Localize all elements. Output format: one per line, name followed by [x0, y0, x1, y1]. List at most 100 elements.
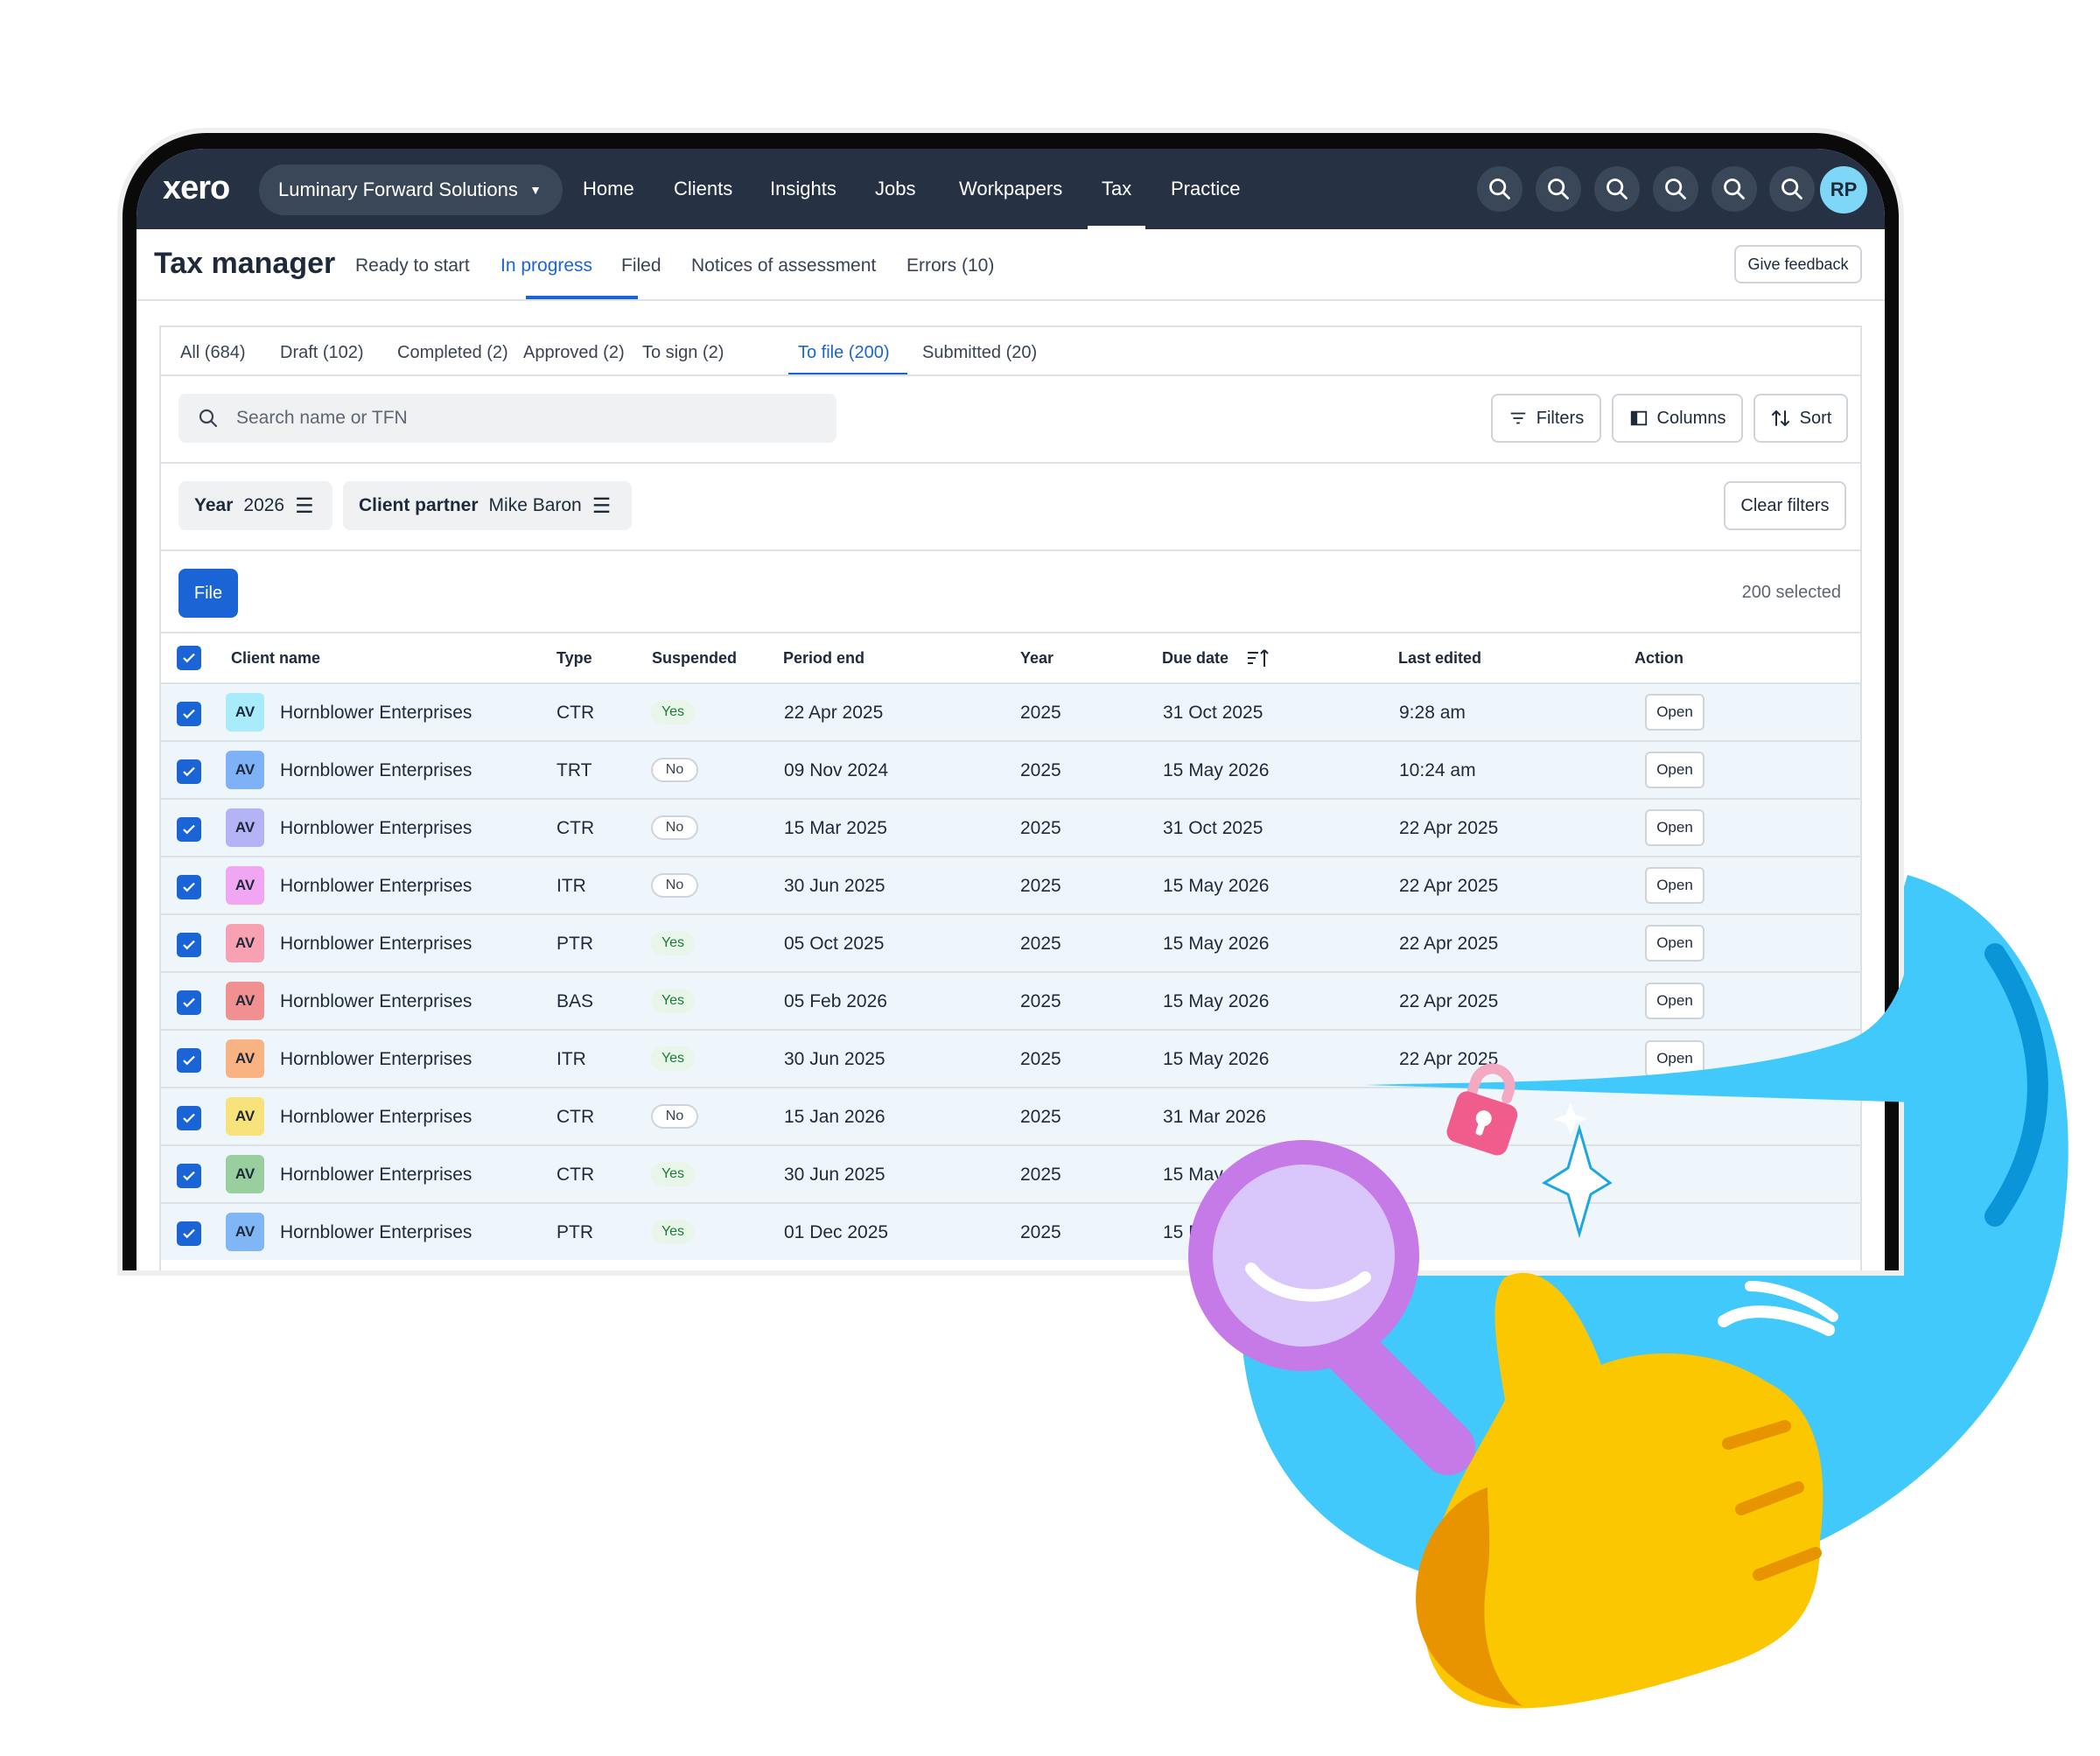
suspended-badge: Yes	[651, 931, 695, 955]
menu-icon: ☰	[295, 493, 314, 518]
columns-button[interactable]: Columns	[1612, 394, 1743, 443]
table-row[interactable]: AV Hornblower Enterprises PTR Yes 05 Oct 202…	[161, 913, 1860, 971]
client-name[interactable]: Hornblower Enterprises	[280, 703, 472, 724]
client-partner-filter-chip[interactable]: Client partner Mike Baron ☰	[343, 481, 632, 530]
nav-workpapers[interactable]: Workpapers	[959, 149, 1062, 229]
row-checkbox[interactable]	[177, 702, 201, 726]
nav-home[interactable]: Home	[583, 149, 634, 229]
row-checkbox[interactable]	[177, 1221, 201, 1246]
user-avatar[interactable]: RP	[1820, 166, 1867, 213]
suspended-badge: Yes	[651, 1220, 695, 1244]
open-button[interactable]: Open	[1645, 694, 1704, 731]
table-row[interactable]: AV Hornblower Enterprises TRT No 09 Nov 2024…	[161, 740, 1860, 798]
period-end: 05 Oct 2025	[784, 934, 885, 954]
status-tab-all[interactable]: All (684)	[180, 343, 245, 363]
client-name[interactable]: Hornblower Enterprises	[280, 1222, 472, 1243]
row-checkbox[interactable]	[177, 1164, 201, 1188]
client-name[interactable]: Hornblower Enterprises	[280, 876, 472, 897]
table-row[interactable]: AV Hornblower Enterprises CTR No 15 Mar 2025…	[161, 798, 1860, 856]
row-checkbox[interactable]	[177, 759, 201, 784]
status-tab-to-file[interactable]: To file (200)	[798, 343, 890, 363]
client-partner-value: Mike Baron	[488, 495, 582, 515]
search-icon[interactable]	[1477, 166, 1522, 212]
table-row[interactable]: AV Hornblower Enterprises CTR No 15 Jan 2026…	[161, 1087, 1860, 1144]
search-icon[interactable]	[1712, 166, 1757, 212]
tab-errors[interactable]: Errors (10)	[906, 255, 994, 276]
client-name[interactable]: Hornblower Enterprises	[280, 760, 472, 781]
year: 2025	[1020, 991, 1061, 1011]
nav-jobs[interactable]: Jobs	[875, 149, 915, 229]
sort-ascending-icon[interactable]	[1246, 647, 1270, 670]
table-row[interactable]: AV Hornblower Enterprises CTR Yes 30 Jun 202…	[161, 1144, 1860, 1202]
last-edited: 9:28 am	[1399, 703, 1466, 723]
xero-logo[interactable]: xero	[163, 170, 230, 207]
status-tab-draft[interactable]: Draft (102)	[280, 343, 364, 363]
divider	[161, 549, 1860, 551]
row-checkbox[interactable]	[177, 1048, 201, 1073]
give-feedback-button[interactable]: Give feedback	[1734, 245, 1862, 283]
return-type: CTR	[556, 703, 595, 723]
tab-notices-of-assessment[interactable]: Notices of assessment	[691, 255, 876, 276]
tab-ready-to-start[interactable]: Ready to start	[355, 255, 470, 276]
period-end: 01 Dec 2025	[784, 1222, 889, 1242]
table-row[interactable]: AV Hornblower Enterprises BAS Yes 05 Feb 202…	[161, 971, 1860, 1029]
tab-filed[interactable]: Filed	[621, 255, 662, 276]
organisation-switcher[interactable]: Luminary Forward Solutions ▼	[259, 164, 563, 215]
clear-filters-button[interactable]: Clear filters	[1724, 481, 1846, 530]
open-button[interactable]: Open	[1645, 983, 1704, 1019]
column-year[interactable]: Year	[1020, 649, 1054, 668]
client-name[interactable]: Hornblower Enterprises	[280, 1165, 472, 1186]
column-period-end[interactable]: Period end	[783, 649, 864, 668]
row-checkbox[interactable]	[177, 817, 201, 842]
table-row[interactable]: AV Hornblower Enterprises CTR Yes 22 Apr 202…	[161, 682, 1860, 740]
open-button[interactable]: Open	[1645, 1040, 1704, 1077]
search-icon[interactable]	[1653, 166, 1698, 212]
column-due-date[interactable]: Due date	[1162, 649, 1228, 668]
search-icon[interactable]	[1536, 166, 1581, 212]
status-tab-approved[interactable]: Approved (2)	[523, 343, 625, 363]
nav-tax[interactable]: Tax	[1087, 149, 1146, 229]
status-tab-to-sign[interactable]: To sign (2)	[642, 343, 724, 363]
year-filter-chip[interactable]: Year 2026 ☰	[178, 481, 332, 530]
last-edited: 22 Apr 2025	[1399, 818, 1499, 838]
last-edited: 22 Apr 2025	[1399, 991, 1499, 1011]
search-input[interactable]: Search name or TFN	[178, 394, 836, 443]
row-checkbox[interactable]	[177, 1106, 201, 1130]
page-title: Tax manager	[154, 247, 336, 280]
column-client-name[interactable]: Client name	[231, 649, 320, 668]
nav-clients[interactable]: Clients	[674, 149, 732, 229]
filters-button[interactable]: Filters	[1491, 394, 1601, 443]
table-row[interactable]: AV Hornblower Enterprises PTR Yes 01 Dec 202…	[161, 1202, 1860, 1260]
client-name[interactable]: Hornblower Enterprises	[280, 1107, 472, 1128]
row-checkbox[interactable]	[177, 990, 201, 1015]
open-button[interactable]: Open	[1645, 752, 1704, 788]
due-date: 15 May 2026	[1163, 991, 1270, 1011]
table-row[interactable]: AV Hornblower Enterprises ITR Yes 30 Jun 202…	[161, 1029, 1860, 1087]
search-icon[interactable]	[1769, 166, 1815, 212]
open-button[interactable]: Open	[1645, 867, 1704, 904]
row-checkbox[interactable]	[177, 933, 201, 957]
return-type: ITR	[556, 1049, 586, 1069]
sort-button[interactable]: Sort	[1754, 394, 1848, 443]
status-tab-completed[interactable]: Completed (2)	[397, 343, 508, 363]
column-suspended[interactable]: Suspended	[652, 649, 737, 668]
client-avatar: AV	[226, 924, 264, 962]
open-button[interactable]: Open	[1645, 809, 1704, 846]
table-row[interactable]: AV Hornblower Enterprises ITR No 30 Jun 2025…	[161, 856, 1860, 913]
client-name[interactable]: Hornblower Enterprises	[280, 934, 472, 955]
file-button[interactable]: File	[178, 569, 238, 618]
open-button[interactable]: Open	[1645, 925, 1704, 962]
search-icon[interactable]	[1594, 166, 1640, 212]
client-name[interactable]: Hornblower Enterprises	[280, 1049, 472, 1070]
tab-in-progress[interactable]: In progress	[500, 255, 592, 276]
status-tab-submitted[interactable]: Submitted (20)	[922, 343, 1037, 363]
client-name[interactable]: Hornblower Enterprises	[280, 818, 472, 839]
nav-insights[interactable]: Insights	[770, 149, 836, 229]
return-type: TRT	[556, 760, 592, 780]
column-last-edited[interactable]: Last edited	[1398, 649, 1481, 668]
select-all-checkbox[interactable]	[177, 646, 201, 670]
column-type[interactable]: Type	[556, 649, 592, 668]
nav-practice[interactable]: Practice	[1171, 149, 1240, 229]
row-checkbox[interactable]	[177, 875, 201, 899]
client-name[interactable]: Hornblower Enterprises	[280, 991, 472, 1012]
